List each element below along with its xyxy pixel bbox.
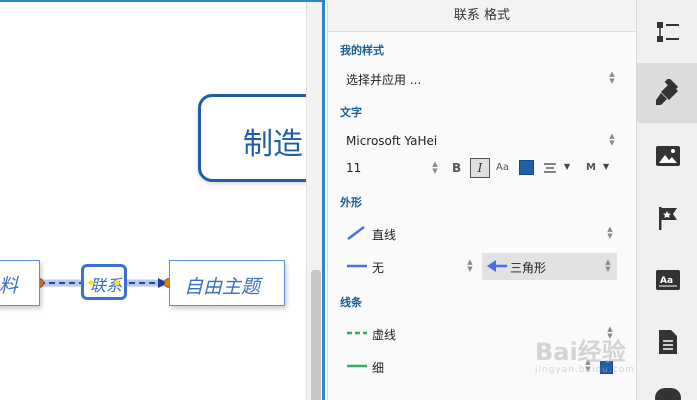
font-family-value: Microsoft YaHei bbox=[346, 134, 438, 148]
dashed-line-icon bbox=[347, 331, 367, 335]
marker-button[interactable] bbox=[637, 188, 697, 248]
text-box-icon: Aa bbox=[655, 270, 680, 290]
text-case-button[interactable]: Aa bbox=[496, 162, 509, 173]
line-heading: 线条 bbox=[340, 296, 362, 309]
my-style-heading: 我的样式 bbox=[340, 44, 384, 57]
start-arrow-spinner-icon[interactable] bbox=[466, 259, 474, 273]
brush-icon bbox=[655, 79, 678, 105]
outline-icon bbox=[656, 22, 679, 42]
format-button[interactable] bbox=[637, 63, 697, 123]
left-topic-node[interactable]: 料 bbox=[0, 260, 40, 306]
align-dropdown-icon[interactable]: ▼ bbox=[564, 162, 570, 171]
align-button[interactable] bbox=[542, 161, 558, 178]
connector-line[interactable] bbox=[0, 2, 325, 400]
end-arrow-select[interactable]: 三角形 bbox=[482, 253, 617, 280]
text-format-toolbar: 11 B I Aa ▼ M ▼ bbox=[338, 155, 622, 181]
watermark: Bai经验 jingyan.baidu.com bbox=[535, 332, 635, 375]
end-arrow-spinner-icon[interactable] bbox=[604, 259, 612, 273]
line-weight-value: 细 bbox=[372, 361, 385, 375]
thin-line-icon bbox=[347, 364, 367, 368]
bold-button[interactable]: B bbox=[452, 161, 461, 175]
more-text-dropdown-icon[interactable]: ▼ bbox=[603, 162, 609, 171]
partial-sidebar-icon[interactable] bbox=[655, 388, 681, 400]
watermark-brand: Bai经验 bbox=[535, 338, 626, 366]
font-family-select[interactable]: Microsoft YaHei bbox=[338, 128, 622, 154]
my-style-value: 选择并应用 ... bbox=[346, 73, 422, 87]
flag-icon bbox=[658, 207, 677, 230]
mindmap-canvas[interactable]: 制造 料 联系 ✦ ✦ 自由主题 bbox=[0, 0, 325, 400]
image-button[interactable] bbox=[637, 126, 697, 186]
left-topic-text: 料 bbox=[0, 275, 19, 297]
line-type-select[interactable]: 直线 bbox=[338, 220, 622, 246]
triangle-arrow-icon bbox=[487, 260, 507, 272]
notes-button[interactable] bbox=[637, 312, 697, 372]
my-style-select[interactable]: 选择并应用 ... bbox=[338, 66, 622, 92]
line-type-value: 直线 bbox=[372, 228, 397, 242]
shape-heading: 外形 bbox=[340, 196, 362, 209]
font-size-spinner-icon[interactable] bbox=[431, 161, 439, 175]
canvas-edge-divider bbox=[322, 2, 325, 400]
line-type-spinner-icon[interactable] bbox=[606, 226, 614, 240]
more-text-button[interactable]: M bbox=[586, 162, 596, 173]
right-topic-text: 自由主题 bbox=[184, 276, 261, 298]
text-heading: 文字 bbox=[340, 106, 362, 119]
straight-line-icon bbox=[347, 226, 365, 240]
text-color-swatch[interactable] bbox=[519, 160, 534, 175]
italic-button[interactable]: I bbox=[470, 158, 490, 178]
font-family-spinner-icon[interactable] bbox=[608, 133, 616, 147]
canvas-scroll-thumb[interactable] bbox=[311, 270, 321, 400]
control-point-star[interactable]: ✦ bbox=[86, 276, 96, 290]
svg-text:Aa: Aa bbox=[660, 276, 673, 286]
right-topic-node[interactable]: 自由主题 bbox=[169, 260, 285, 306]
end-arrow-value: 三角形 bbox=[510, 261, 547, 275]
no-arrow-icon bbox=[347, 264, 367, 268]
control-point-star[interactable]: ✦ bbox=[112, 276, 122, 290]
line-pattern-value: 虚线 bbox=[372, 328, 397, 342]
align-center-icon bbox=[544, 163, 556, 173]
document-icon bbox=[658, 330, 677, 354]
right-sidebar: Aa bbox=[636, 0, 697, 400]
image-icon bbox=[655, 146, 680, 166]
text-box-button[interactable]: Aa bbox=[637, 250, 697, 310]
start-arrow-select[interactable]: 无 bbox=[338, 253, 476, 279]
start-arrow-value: 无 bbox=[372, 261, 385, 275]
panel-title: 联系 格式 bbox=[328, 0, 636, 32]
font-size-value[interactable]: 11 bbox=[346, 161, 361, 175]
outline-button[interactable] bbox=[637, 2, 697, 62]
my-style-spinner-icon[interactable] bbox=[608, 71, 616, 85]
watermark-url: jingyan.baidu.com bbox=[535, 365, 636, 375]
